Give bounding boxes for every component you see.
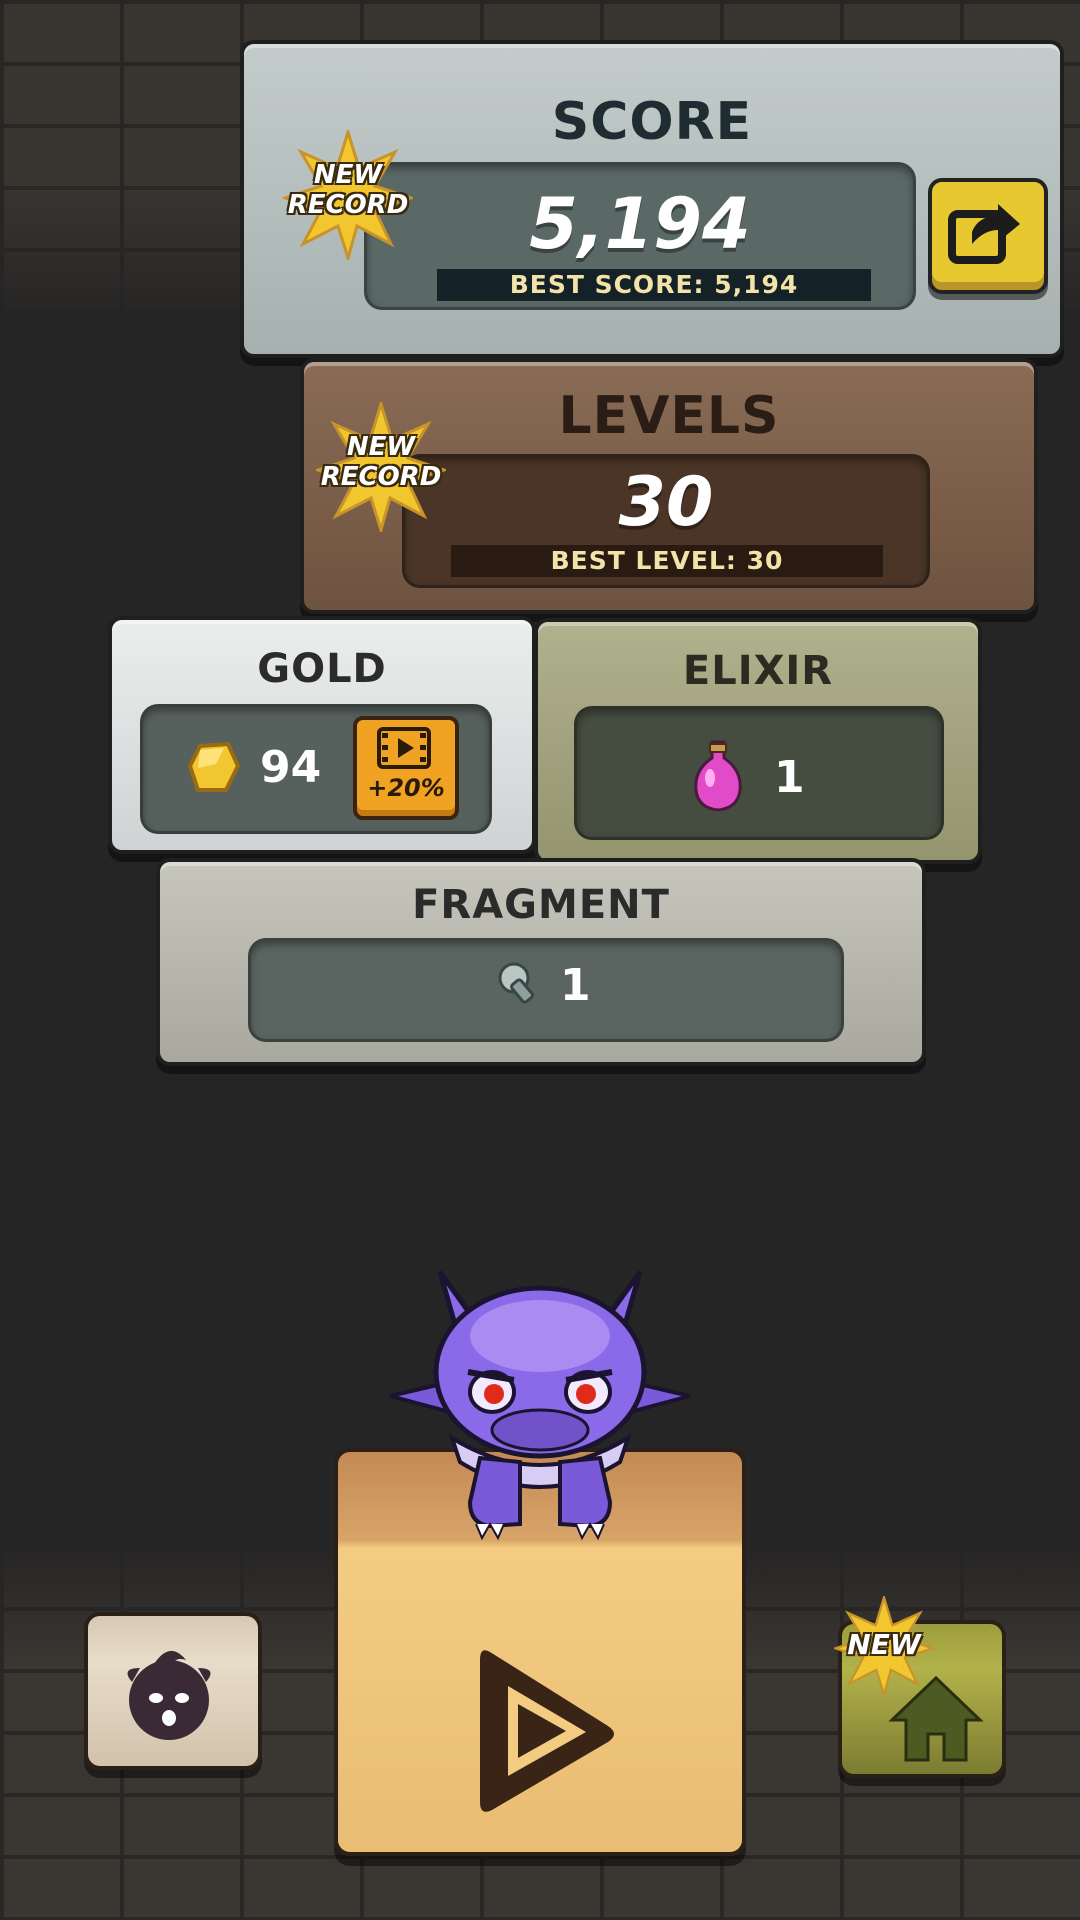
badge-record-text: RECORD	[287, 190, 409, 220]
score-inner: 5,194 BEST SCORE: 5,194	[364, 162, 916, 310]
play-icon	[480, 1650, 614, 1812]
video-film-icon	[377, 727, 431, 769]
share-icon	[948, 204, 1020, 264]
score-value: 5,194	[529, 183, 751, 265]
elixir-value: 1	[774, 752, 805, 803]
fragment-value: 1	[560, 960, 591, 1011]
badge-record-text: RECORD	[320, 462, 442, 492]
best-score-label: BEST SCORE: 5,194	[437, 269, 871, 301]
share-button[interactable]	[928, 178, 1048, 294]
bonus-label: +20%	[367, 774, 445, 802]
gold-title: GOLD	[257, 646, 387, 692]
score-new-record-badge: NEW RECORD	[283, 130, 413, 260]
gold-value: 94	[260, 742, 322, 793]
home-new-text: NEW	[847, 1628, 921, 1661]
badge-new-text: NEW	[313, 160, 383, 190]
fragment-inner	[248, 938, 844, 1042]
character-face-icon	[127, 1650, 211, 1740]
character-button[interactable]	[84, 1612, 262, 1770]
fragment-title: FRAGMENT	[412, 882, 670, 928]
badge-new-text: NEW	[346, 432, 416, 462]
levels-value: 30	[618, 463, 714, 542]
best-level-label: BEST LEVEL: 30	[451, 545, 883, 577]
elixir-panel: ELIXIR	[534, 618, 982, 864]
elixir-title: ELIXIR	[682, 648, 834, 694]
gold-panel: GOLD	[108, 616, 536, 854]
levels-new-record-badge: NEW RECORD	[316, 402, 446, 532]
elixir-potion-icon	[694, 740, 742, 812]
purple-dragon-monster	[389, 1270, 691, 1541]
home-new-badge: NEW	[834, 1596, 934, 1696]
levels-inner: 30 BEST LEVEL: 30	[402, 454, 930, 588]
elixir-inner	[574, 706, 944, 840]
gold-nugget-icon	[187, 741, 241, 792]
fragment-bolt-icon	[498, 962, 534, 1004]
watch-video-bonus-button[interactable]: +20%	[353, 716, 459, 820]
